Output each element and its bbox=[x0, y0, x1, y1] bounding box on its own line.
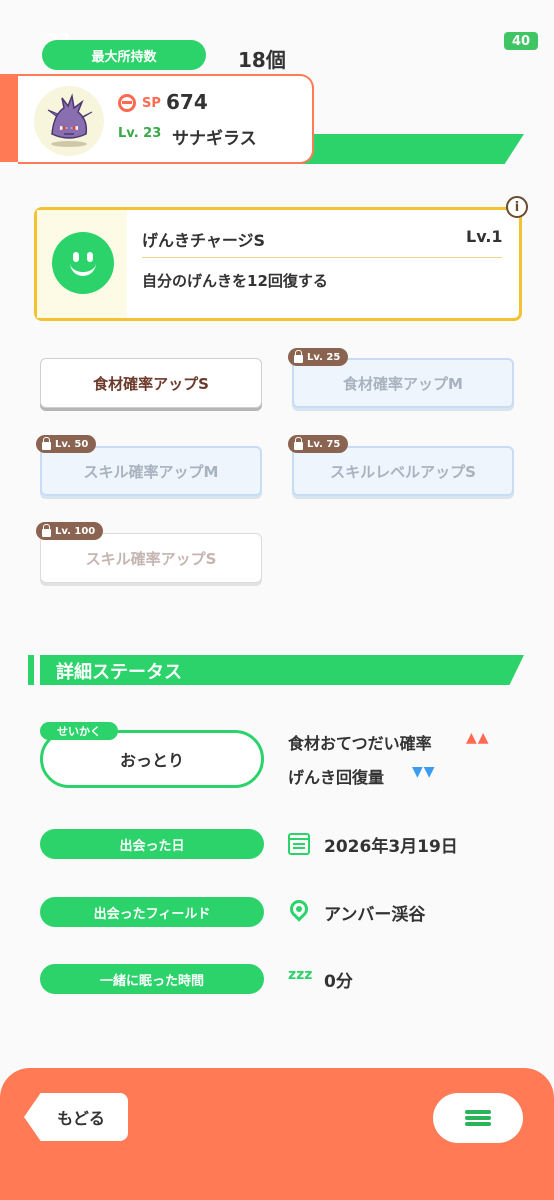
sp-value: 674 bbox=[166, 90, 208, 114]
met-date-label: 出会った日 bbox=[40, 829, 264, 859]
pokemon-level: Lv. 23 bbox=[118, 126, 162, 141]
lock-badge-lv75: Lv. 75 bbox=[288, 435, 349, 453]
pupitar-icon bbox=[47, 93, 93, 147]
met-field-label: 出会ったフィールド bbox=[40, 897, 264, 927]
sub-skill-1[interactable]: 食材確率アップS bbox=[40, 358, 262, 408]
sleep-time-label: 一緒に眠った時間 bbox=[40, 964, 264, 994]
sleep-zzz-icon: zzz bbox=[288, 967, 313, 983]
sub-skill-5[interactable]: スキル確率アップS bbox=[40, 533, 262, 583]
lock-level: Lv. 75 bbox=[307, 438, 341, 450]
max-storage-value: 18個 bbox=[238, 48, 286, 72]
nature-up-stat: 食材おてつだい確率 bbox=[288, 734, 432, 753]
lock-icon bbox=[294, 436, 303, 450]
smile-icon bbox=[52, 232, 114, 294]
pokemon-avatar bbox=[34, 86, 104, 156]
back-button[interactable]: もどる bbox=[24, 1093, 128, 1141]
down-arrows-icon: ▼▼ bbox=[412, 764, 436, 780]
nature-down-stat: げんき回復量 bbox=[288, 768, 385, 787]
info-icon[interactable]: i bbox=[506, 196, 528, 218]
battery-indicator: 40 bbox=[504, 32, 538, 50]
lock-badge-lv100: Lv. 100 bbox=[36, 522, 104, 540]
menu-button[interactable] bbox=[433, 1093, 523, 1143]
max-storage-label: 最大所持数 bbox=[42, 40, 206, 70]
sp-label: SP bbox=[142, 96, 161, 111]
lock-icon bbox=[42, 523, 51, 537]
lock-icon bbox=[42, 436, 51, 450]
lock-level: Lv. 50 bbox=[55, 438, 89, 450]
section-marker bbox=[28, 655, 34, 685]
met-date-value: 2026年3月19日 bbox=[324, 837, 458, 857]
details-title: 詳細ステータス bbox=[56, 662, 182, 683]
hamburger-menu-icon bbox=[465, 1110, 491, 1126]
nature-tag: せいかく bbox=[40, 722, 118, 740]
calendar-icon bbox=[288, 833, 310, 855]
pokemon-name: サナギラス bbox=[172, 129, 257, 149]
lock-level: Lv. 25 bbox=[307, 351, 341, 363]
skill-divider bbox=[142, 257, 502, 258]
sleep-time-value: 0分 bbox=[324, 972, 353, 992]
pokemon-card-accent bbox=[0, 74, 20, 162]
sp-icon bbox=[118, 94, 136, 112]
location-pin-icon bbox=[286, 896, 312, 922]
lock-icon bbox=[294, 349, 303, 363]
up-arrows-icon: ▲▲ bbox=[466, 730, 490, 746]
sub-skill-4[interactable]: スキルレベルアップS bbox=[292, 446, 514, 496]
main-skill-level: Lv.1 bbox=[466, 227, 503, 246]
lock-badge-lv25: Lv. 25 bbox=[288, 348, 349, 366]
lock-level: Lv. 100 bbox=[55, 525, 96, 537]
main-skill-description: 自分のげんきを12回復する bbox=[142, 272, 328, 290]
main-skill-name: げんきチャージS bbox=[142, 231, 266, 250]
lock-badge-lv50: Lv. 50 bbox=[36, 435, 97, 453]
met-field-value: アンバー渓谷 bbox=[324, 905, 426, 925]
sub-skill-3[interactable]: スキル確率アップM bbox=[40, 446, 262, 496]
